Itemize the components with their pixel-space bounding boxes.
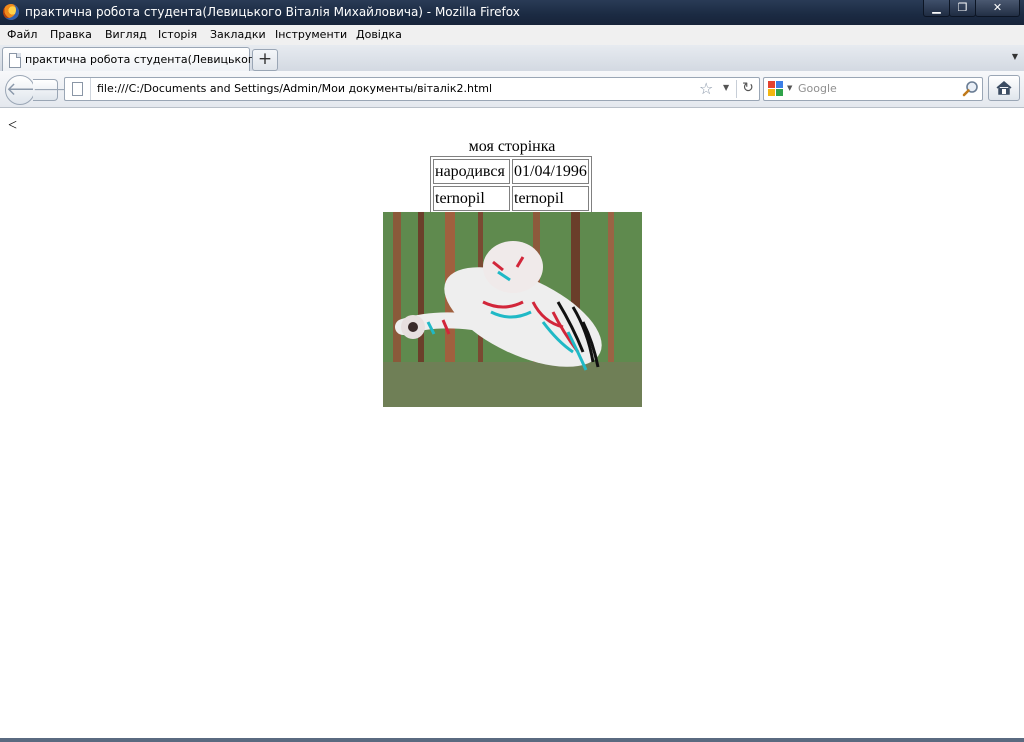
close-button[interactable]: ✕ (975, 0, 1020, 17)
table-row: народився 01/04/1996 (433, 159, 589, 184)
menu-file[interactable]: Файл (7, 28, 37, 41)
table-cell: народився (433, 159, 510, 184)
table-cell: ternopil (433, 186, 510, 211)
menu-history[interactable]: Історія (158, 28, 197, 41)
back-button[interactable]: 🡐 (5, 75, 54, 105)
tab-strip: практична робота студента(Левицьког... +… (0, 45, 1024, 72)
google-engine-icon[interactable] (768, 81, 784, 97)
tiger-illustration (383, 212, 642, 407)
info-table: народився 01/04/1996 ternopil ternopil (430, 156, 592, 214)
menu-bar: Файл Правка Вигляд Історія Закладки Інст… (0, 25, 1024, 46)
new-tab-button[interactable]: + (252, 49, 278, 71)
url-separator (90, 78, 91, 100)
table-cell: ternopil (512, 186, 589, 211)
bookmark-star-icon[interactable]: ☆ (699, 79, 713, 98)
search-bar: ▼ (763, 77, 983, 101)
menu-help[interactable]: Довідка (356, 28, 402, 41)
page-content: < моя сторінка народився 01/04/1996 tern… (0, 108, 1024, 738)
stray-text: < (8, 117, 18, 134)
restore-button[interactable]: ❐ (949, 0, 976, 17)
tiger-image (383, 212, 642, 407)
window-controls: ▁ ❐ ✕ (923, 0, 1020, 17)
url-input[interactable]: file:///C:/Documents and Settings/Admin/… (97, 82, 492, 95)
title-bar: практична робота студента(Левицького Віт… (0, 0, 1024, 25)
table-row: ternopil ternopil (433, 186, 589, 211)
menu-bookmarks[interactable]: Закладки (210, 28, 266, 41)
status-bar-edge (0, 738, 1024, 742)
menu-view[interactable]: Вигляд (105, 28, 147, 41)
window-title: практична робота студента(Левицького Віт… (25, 5, 520, 19)
tab-active[interactable]: практична робота студента(Левицьког... (2, 47, 264, 72)
home-button[interactable] (988, 75, 1020, 101)
search-input[interactable] (798, 79, 958, 97)
table-cell: 01/04/1996 (512, 159, 589, 184)
reload-button[interactable]: ↻ (736, 80, 759, 98)
page-title: моя сторінка (468, 138, 556, 155)
url-history-dropdown-icon[interactable]: ▼ (723, 83, 729, 92)
minimize-button[interactable]: ▁ (923, 0, 950, 17)
tab-list-chevron-icon[interactable]: ▼ (1012, 52, 1018, 61)
page-icon (9, 53, 21, 68)
search-engine-dropdown-icon[interactable]: ▼ (787, 84, 792, 92)
home-icon (996, 81, 1012, 95)
forward-button[interactable]: 🡒 (33, 79, 71, 101)
address-bar[interactable]: file:///C:/Documents and Settings/Admin/… (64, 77, 760, 101)
search-icon[interactable] (962, 80, 980, 98)
navigation-toolbar: 🡐 🡒 file:///C:/Documents and Settings/Ad… (0, 71, 1024, 108)
firefox-logo-icon (3, 4, 19, 20)
page-icon (72, 82, 83, 96)
menu-tools[interactable]: Інструменти (275, 28, 347, 41)
tab-label: практична робота студента(Левицьког... (25, 53, 265, 66)
menu-edit[interactable]: Правка (50, 28, 92, 41)
